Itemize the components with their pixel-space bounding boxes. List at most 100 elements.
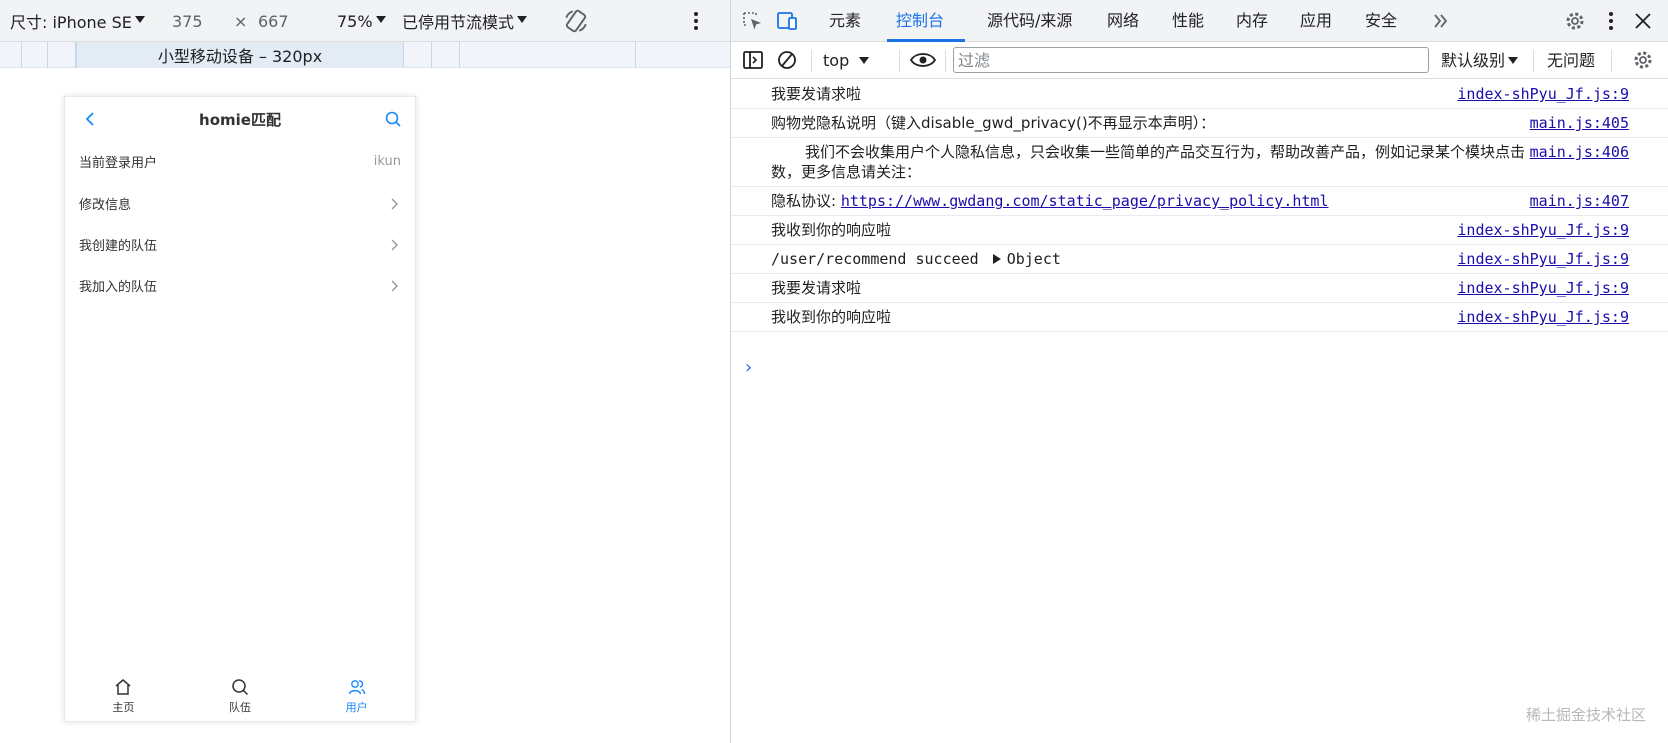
home-icon <box>115 679 131 695</box>
tab-team[interactable]: 队伍 <box>182 671 299 721</box>
throttle-value: 已停用节流模式 <box>402 13 515 32</box>
ruler-segment[interactable] <box>460 42 636 68</box>
source-link[interactable]: index-shPyu_Jf.js:9 <box>1451 278 1629 298</box>
issues-button[interactable]: 无问题 <box>1547 42 1595 79</box>
message-text: 我要发请求啦 <box>771 85 862 103</box>
source-link[interactable]: index-shPyu_Jf.js:9 <box>1451 249 1629 269</box>
ruler-segment[interactable] <box>0 42 22 68</box>
cell-label: 我创建的队伍 <box>79 239 158 254</box>
console-message: /user/recommend succeed Object index-shPy… <box>731 245 1668 274</box>
log-level-select[interactable]: 默认级别 <box>1441 42 1519 79</box>
inspect-element-icon[interactable] <box>741 10 765 32</box>
cell-joined-teams[interactable]: 我加入的队伍 <box>65 265 415 306</box>
cell-label: 我加入的队伍 <box>79 280 158 295</box>
cell-edit-info[interactable]: 修改信息 <box>65 183 415 224</box>
source-link[interactable]: index-shPyu_Jf.js:9 <box>1451 307 1629 327</box>
cell-current-user: 当前登录用户 ikun <box>65 141 415 182</box>
width-input[interactable]: 375 <box>172 0 203 42</box>
device-dimensions-label: 尺寸: iPhone SE <box>10 13 132 32</box>
eye-icon[interactable] <box>909 49 937 71</box>
more-tabs-icon[interactable] <box>1429 10 1453 32</box>
console-filter-input[interactable] <box>953 47 1429 73</box>
ruler-selected-segment[interactable]: 小型移动设备 – 320px <box>76 42 404 68</box>
users-icon <box>348 680 365 695</box>
message-text: 我们不会收集用户个人隐私信息，只会收集一些简单的产品交互行为，帮助改善产品，例如… <box>771 143 1541 181</box>
object-preview[interactable]: Object <box>1007 250 1061 268</box>
divider <box>1611 50 1612 72</box>
divider <box>945 50 946 72</box>
source-link[interactable]: main.js:407 <box>1523 191 1629 211</box>
tab-network[interactable]: 网络 <box>1107 0 1139 42</box>
cell-value: ikun <box>373 154 401 169</box>
zoom-value: 75% <box>337 11 373 31</box>
rotate-icon[interactable] <box>563 0 589 42</box>
cell-created-teams[interactable]: 我创建的队伍 <box>65 224 415 265</box>
context-select[interactable]: top <box>823 42 870 79</box>
message-text: 购物党隐私说明（键入disable_gwd_privacy()不再显示本声明）： <box>771 114 1216 132</box>
gear-icon[interactable] <box>1563 10 1587 32</box>
console-message: 我收到你的响应啦 index-shPyu_Jf.js:9 <box>731 216 1668 245</box>
console-prompt[interactable]: › <box>745 357 752 378</box>
search-icon[interactable] <box>383 109 403 129</box>
source-link[interactable]: index-shPyu_Jf.js:9 <box>1451 220 1629 240</box>
caret-down-icon <box>375 15 386 23</box>
caret-down-icon <box>1508 57 1519 64</box>
ruler-segment[interactable] <box>22 42 48 68</box>
message-text: 我收到你的响应啦 <box>771 221 892 239</box>
caret-down-icon <box>517 15 528 23</box>
caret-down-icon <box>134 15 145 23</box>
chevron-left-icon[interactable] <box>81 109 101 129</box>
throttle-select[interactable]: 已停用节流模式 <box>402 0 528 42</box>
times-label: × <box>234 11 248 31</box>
tab-memory[interactable]: 内存 <box>1236 0 1268 42</box>
chevron-right-icon <box>391 198 398 209</box>
tab-performance[interactable]: 性能 <box>1172 0 1204 42</box>
divider <box>1533 50 1534 72</box>
watermark: 稀土掘金技术社区 <box>1525 706 1646 724</box>
tab-security[interactable]: 安全 <box>1365 0 1397 42</box>
ruler-segment[interactable] <box>432 42 460 68</box>
console-message: 我收到你的响应啦 index-shPyu_Jf.js:9 <box>731 303 1668 332</box>
tab-application[interactable]: 应用 <box>1300 0 1332 42</box>
device-select[interactable]: 尺寸: iPhone SE <box>10 0 145 42</box>
console-message: 我要发请求啦 index-shPyu_Jf.js:9 <box>731 80 1668 109</box>
nav-bar: homie匹配 <box>65 97 415 141</box>
console-message: 隐私协议: https://www.gwdang.com/static_page… <box>731 187 1668 216</box>
devtools-pane: 元素 控制台 源代码/来源 网络 性能 内存 应用 安全 top 默认级别 无问… <box>730 0 1668 743</box>
close-icon[interactable] <box>1631 10 1655 32</box>
message-text: 我要发请求啦 <box>771 279 862 297</box>
ruler-segment[interactable] <box>404 42 432 68</box>
tab-elements[interactable]: 元素 <box>829 0 861 42</box>
sidebar-toggle-icon[interactable] <box>741 49 765 71</box>
device-toolbar: 尺寸: iPhone SE 375 × 667 75% 已停用节流模式 <box>0 0 730 42</box>
tab-user[interactable]: 用户 <box>298 671 415 721</box>
divider <box>899 50 900 72</box>
issues-label: 无问题 <box>1547 51 1596 70</box>
message-text: 隐私协议: <box>771 192 841 210</box>
source-link[interactable]: index-shPyu_Jf.js:9 <box>1451 84 1629 104</box>
zoom-select[interactable]: 75% <box>337 0 386 42</box>
source-link[interactable]: main.js:405 <box>1523 113 1629 133</box>
height-input[interactable]: 667 <box>258 0 289 42</box>
tab-console[interactable]: 控制台 <box>896 0 944 42</box>
cell-label: 当前登录用户 <box>79 156 158 171</box>
ruler-segment[interactable] <box>48 42 76 68</box>
devtools-tabbar: 元素 控制台 源代码/来源 网络 性能 内存 应用 安全 <box>731 0 1668 42</box>
context-value: top <box>823 51 850 70</box>
console-message: 我们不会收集用户个人隐私信息，只会收集一些简单的产品交互行为，帮助改善产品，例如… <box>731 138 1668 187</box>
more-vert-icon[interactable] <box>1599 10 1623 32</box>
expand-triangle-icon[interactable] <box>992 254 1001 264</box>
device-toggle-icon[interactable] <box>775 10 799 32</box>
more-vert-icon[interactable] <box>693 0 699 42</box>
tabbar: 主页 队伍 用户 <box>65 671 415 721</box>
privacy-policy-link[interactable]: https://www.gwdang.com/static_page/priva… <box>841 192 1329 210</box>
cell-label: 修改信息 <box>79 198 132 213</box>
divider <box>811 50 812 72</box>
tab-sources[interactable]: 源代码/来源 <box>987 0 1072 42</box>
tab-home[interactable]: 主页 <box>65 671 182 721</box>
media-query-ruler: 小型移动设备 – 320px <box>0 42 730 68</box>
gear-icon[interactable] <box>1631 49 1655 71</box>
source-link[interactable]: main.js:406 <box>1523 142 1629 162</box>
ruler-selected-label: 小型移动设备 – 320px <box>157 47 323 66</box>
clear-console-icon[interactable] <box>775 49 799 71</box>
